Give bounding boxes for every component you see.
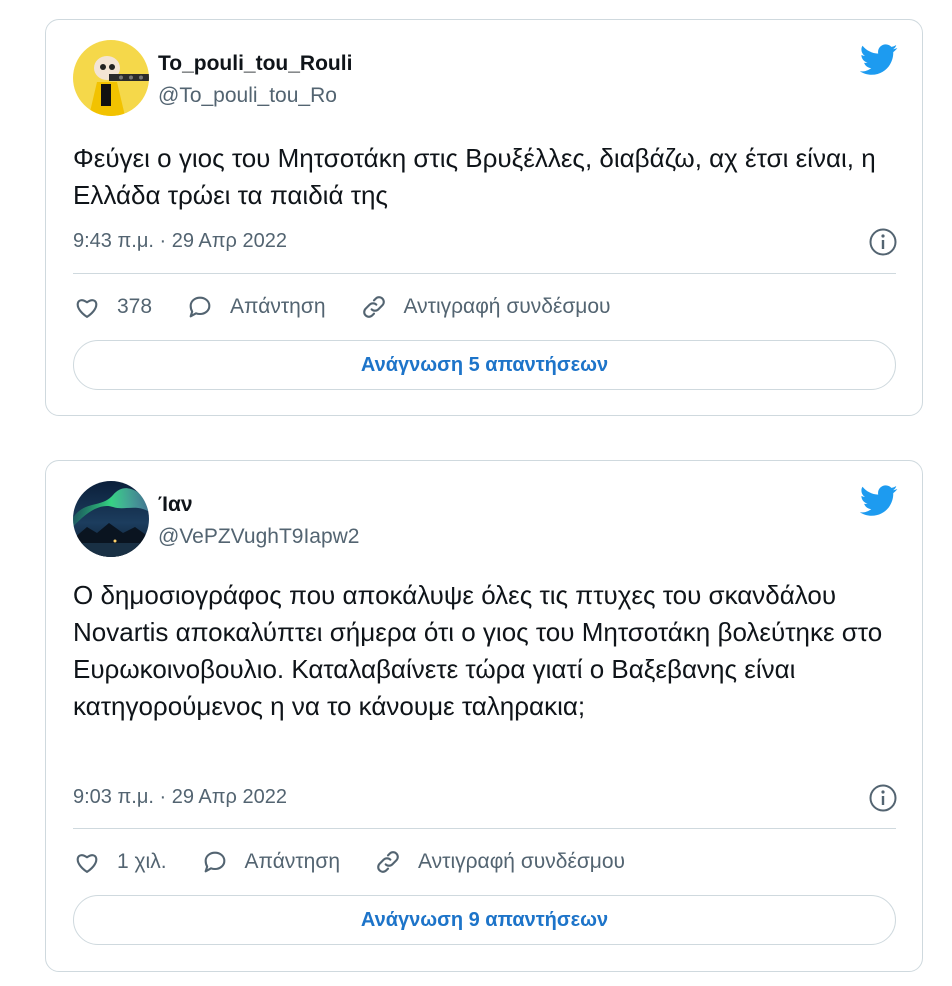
author-handle[interactable]: @To_pouli_tou_Ro [158,84,337,108]
tweet-actions: 1 χιλ. Απάντηση Αντιγραφή συνδέσμου [73,845,896,879]
twitter-bird-icon[interactable] [860,44,898,76]
reply-button[interactable]: Απάντηση [201,848,340,876]
copy-link-label: Αντιγραφή συνδέσμου [418,850,626,873]
author-handle[interactable]: @VePZVughT9Iapw2 [158,525,360,549]
divider [73,273,896,274]
info-icon[interactable] [868,783,898,813]
reply-label: Απάντηση [244,850,341,873]
like-button[interactable]: 1 χιλ. [73,848,167,876]
like-count: 1 χιλ. [117,850,167,873]
twitter-bird-icon[interactable] [860,485,898,517]
copy-link-button[interactable]: Αντιγραφή συνδέσμου [374,848,625,876]
author-name[interactable]: To_pouli_tou_Rouli [158,52,352,76]
avatar[interactable] [73,481,149,557]
tweet-timestamp[interactable]: 9:03 π.μ. · 29 Απρ 2022 [73,786,287,809]
heart-icon [76,854,98,873]
reply-label: Απάντηση [230,295,326,318]
reply-button[interactable]: Απάντηση [186,293,326,321]
divider [73,828,896,829]
reply-icon [204,851,225,873]
link-icon [377,851,399,873]
tweet-actions: 378 Απάντηση Αντιγραφή συνδέσμου [73,290,896,324]
tweet-timestamp[interactable]: 9:43 π.μ. · 29 Απρ 2022 [73,230,287,253]
info-icon[interactable] [868,227,898,257]
tweet-card: Ίαν @VePZVughT9Iapw2 Ο δημοσιογράφος που… [45,460,923,972]
author-name[interactable]: Ίαν [158,493,193,517]
link-icon [362,296,385,318]
read-replies-button[interactable]: Ανάγνωση 9 απαντήσεων [73,895,896,945]
read-replies-button[interactable]: Ανάγνωση 5 απαντήσεων [73,340,896,390]
heart-icon [76,299,98,318]
avatar[interactable] [73,40,149,116]
copy-link-label: Αντιγραφή συνδέσμου [403,295,611,318]
tweet-text: Ο δημοσιογράφος που αποκάλυψε όλες τις π… [73,580,883,721]
tweet-card: To_pouli_tou_Rouli @To_pouli_tou_Ro Φεύγ… [45,19,923,416]
tweet-text: Φεύγει ο γιος του Μητσοτάκη στις Βρυξέλλ… [73,143,876,210]
like-button[interactable]: 378 [73,293,152,321]
like-count: 378 [117,295,153,318]
reply-icon [189,296,211,318]
copy-link-button[interactable]: Αντιγραφή συνδέσμου [360,293,611,321]
